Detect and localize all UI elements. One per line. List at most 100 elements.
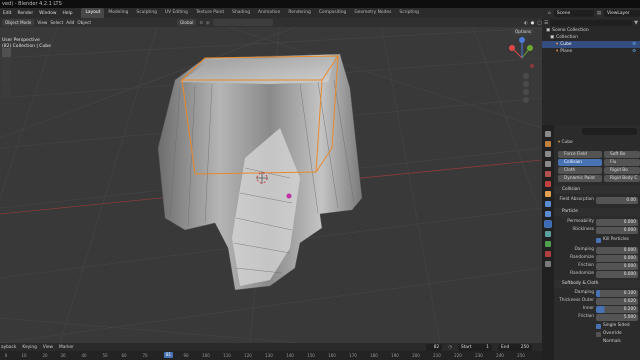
current-frame-indicator[interactable]: 81 bbox=[164, 352, 173, 358]
thickness-outer-field[interactable]: 0.020 bbox=[596, 298, 638, 305]
physics-properties: ▾ Cube Force Field Soft Bo Collision Flu… bbox=[554, 125, 640, 360]
cursor-tool-icon[interactable] bbox=[2, 58, 11, 67]
material-tab-icon[interactable] bbox=[545, 251, 551, 257]
output-tab-icon[interactable] bbox=[545, 151, 551, 157]
viewport-search-field[interactable] bbox=[212, 19, 273, 26]
tab-modeling[interactable]: Modeling bbox=[104, 8, 132, 18]
select-tool-icon[interactable] bbox=[2, 48, 11, 57]
field-absorption-field[interactable]: 0.00 bbox=[596, 197, 638, 204]
single-sided-checkbox[interactable] bbox=[596, 324, 601, 329]
filter-icon[interactable]: ▼ bbox=[634, 20, 638, 26]
outliner-search-input[interactable] bbox=[550, 19, 633, 26]
damping-field[interactable]: 0.000 bbox=[596, 247, 638, 254]
preview-range-icon[interactable]: ◷ bbox=[448, 345, 452, 350]
tool-tab-icon[interactable] bbox=[545, 131, 551, 137]
friction-randomize-field[interactable]: 0.000 bbox=[596, 271, 638, 278]
menu-edit[interactable]: Edit bbox=[0, 11, 15, 16]
object-tab-icon[interactable] bbox=[545, 191, 551, 197]
particles-tab-icon[interactable] bbox=[545, 211, 551, 217]
tab-uv-editing[interactable]: UV Editing bbox=[161, 8, 192, 18]
cloth-button[interactable]: Cloth bbox=[558, 167, 602, 174]
sb-friction-field[interactable]: 5.000 bbox=[596, 314, 638, 321]
start-label: Start bbox=[461, 344, 472, 350]
texture-tab-icon[interactable] bbox=[545, 261, 551, 267]
shading-solid-icon[interactable]: ● bbox=[531, 20, 535, 25]
collision-button[interactable]: Collision bbox=[558, 159, 602, 166]
cloth-object bbox=[157, 53, 363, 291]
3d-viewport[interactable]: Object Mode View Select Add Object Globa… bbox=[0, 18, 542, 343]
current-frame-field[interactable]: 82 bbox=[426, 343, 443, 351]
force-field-button[interactable]: Force Field bbox=[558, 151, 602, 158]
tab-texture-paint[interactable]: Texture Paint bbox=[192, 8, 228, 18]
outliner-item-plane[interactable]: ▾ Plane ⚙ bbox=[542, 48, 640, 55]
timeline-ruler[interactable]: 0 10 20 30 40 50 60 70 81 90 100 110 120… bbox=[0, 351, 542, 360]
end-frame-field[interactable]: End 250 bbox=[498, 343, 532, 351]
start-frame-field[interactable]: Start 1 bbox=[458, 343, 492, 351]
constraints-tab-icon[interactable] bbox=[545, 231, 551, 237]
menu-help[interactable]: Help bbox=[59, 11, 75, 16]
soft-body-button[interactable]: Soft Bo bbox=[604, 151, 640, 158]
menu-view[interactable]: View bbox=[37, 20, 47, 25]
menu-playback[interactable]: ayback bbox=[1, 345, 16, 350]
rigid-body-constraint-button[interactable]: Rigid Body C bbox=[604, 175, 640, 182]
tab-animation[interactable]: Animation bbox=[254, 8, 284, 18]
viewport-nav-buttons[interactable] bbox=[523, 73, 529, 103]
physics-tab-icon[interactable] bbox=[544, 220, 552, 228]
properties-search-input[interactable] bbox=[582, 128, 637, 135]
view-layer-selector[interactable]: ViewLayer bbox=[604, 9, 640, 17]
object-mode-dropdown[interactable]: Object Mode bbox=[2, 19, 35, 26]
modifier-icon: ⚙ bbox=[632, 49, 636, 54]
move-tool-icon[interactable] bbox=[2, 68, 11, 77]
modifier-tab-icon[interactable] bbox=[545, 201, 551, 207]
particle-subpanel-header[interactable]: Particle bbox=[554, 208, 640, 216]
override-normals-checkbox[interactable] bbox=[596, 332, 601, 337]
scale-tool-icon[interactable] bbox=[2, 88, 11, 97]
menu-render[interactable]: Render bbox=[15, 11, 37, 16]
transform-orientation-dropdown[interactable]: Global bbox=[177, 19, 197, 26]
outliner-display-icon[interactable]: ☰ bbox=[544, 20, 548, 26]
snap-icon[interactable]: ⊙ bbox=[199, 20, 203, 25]
object-name: Cube bbox=[561, 140, 573, 145]
scene-selector[interactable]: Scene bbox=[553, 9, 594, 17]
render-tab-icon[interactable] bbox=[545, 141, 551, 147]
friction-field[interactable]: 0.000 bbox=[596, 263, 638, 270]
rotate-tool-icon[interactable] bbox=[2, 78, 11, 87]
kill-particles-checkbox[interactable] bbox=[596, 238, 601, 243]
stickiness-field[interactable]: 0.000 bbox=[596, 227, 638, 234]
outliner-item-collection[interactable]: ▣ Collection bbox=[542, 34, 640, 41]
fluid-button[interactable]: Flu bbox=[604, 159, 640, 166]
options-dropdown[interactable]: Options bbox=[512, 28, 535, 35]
menu-select[interactable]: Select bbox=[50, 20, 63, 25]
menu-add[interactable]: Add bbox=[66, 20, 74, 25]
softbody-cloth-subpanel-header[interactable]: Softbody & Cloth bbox=[554, 280, 640, 288]
menu-timeline-view[interactable]: View bbox=[43, 345, 53, 350]
outliner-item-scene-collection[interactable]: ▣ Scene Collection bbox=[542, 27, 640, 34]
overlays-icon[interactable]: ◐ bbox=[524, 20, 528, 25]
scene-icon: ⌂ bbox=[548, 10, 551, 16]
tab-sculpting[interactable]: Sculpting bbox=[132, 8, 161, 18]
dynamic-paint-button[interactable]: Dynamic Paint bbox=[558, 175, 602, 182]
navigation-gizmo[interactable] bbox=[509, 37, 534, 68]
tab-geometry-nodes[interactable]: Geometry Nodes bbox=[350, 8, 395, 18]
proportional-edit-icon[interactable]: ◎ bbox=[206, 20, 210, 25]
tab-compositing[interactable]: Compositing bbox=[315, 8, 351, 18]
thickness-inner-slider[interactable]: 0.200 bbox=[596, 306, 638, 313]
tab-shading[interactable]: Shading bbox=[228, 8, 254, 18]
collision-panel-header[interactable]: Collision bbox=[554, 186, 640, 194]
menu-window[interactable]: Window bbox=[36, 11, 59, 16]
rigid-body-button[interactable]: Rigid Bo bbox=[604, 167, 640, 174]
tab-layout[interactable]: Layout bbox=[81, 8, 105, 18]
sb-damping-slider[interactable]: 0.100 bbox=[596, 290, 638, 297]
damping-randomize-field[interactable]: 0.000 bbox=[596, 255, 638, 262]
outliner-item-cube[interactable]: ▾ Cube ⚙ bbox=[542, 41, 640, 48]
tab-scripting[interactable]: Scripting bbox=[395, 8, 423, 18]
world-tab-icon[interactable] bbox=[545, 181, 551, 187]
tab-rendering[interactable]: Rendering bbox=[284, 8, 314, 18]
data-tab-icon[interactable] bbox=[545, 241, 551, 247]
menu-object[interactable]: Object bbox=[77, 20, 91, 25]
permeability-field[interactable]: 0.000 bbox=[596, 219, 638, 226]
scene-tab-icon[interactable] bbox=[545, 171, 551, 177]
menu-marker[interactable]: Marker bbox=[59, 345, 74, 350]
menu-keying[interactable]: Keying bbox=[22, 345, 36, 350]
view-layer-tab-icon[interactable] bbox=[545, 161, 551, 167]
